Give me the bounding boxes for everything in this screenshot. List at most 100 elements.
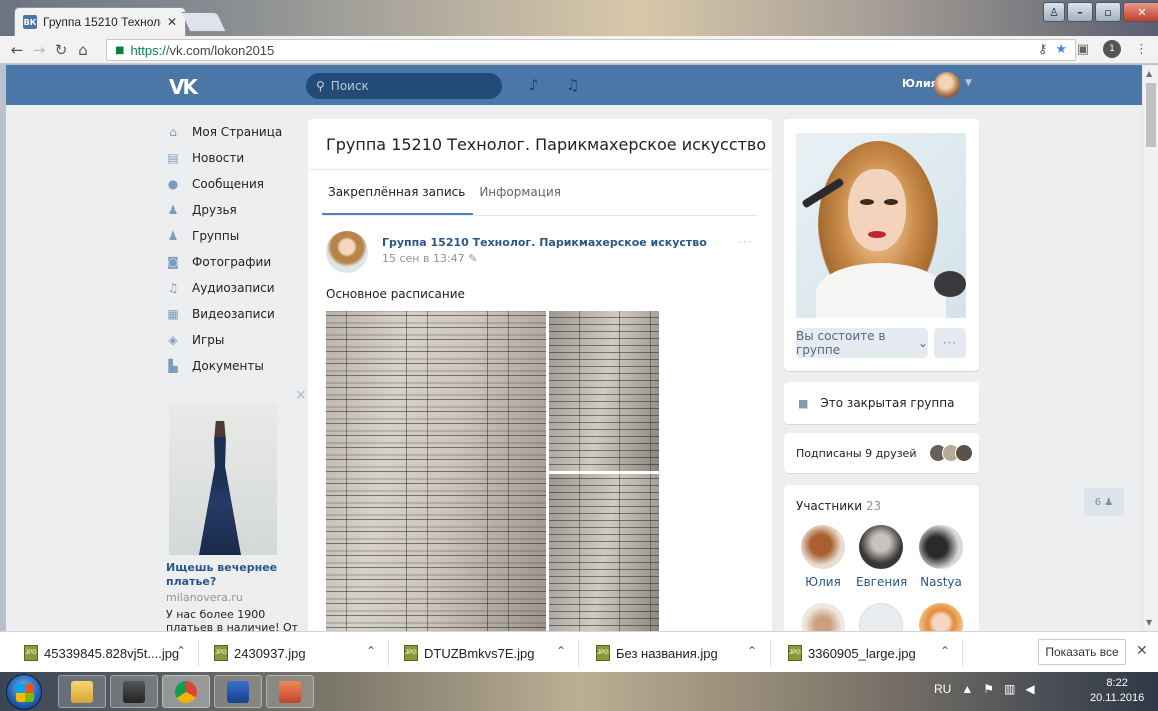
more-actions-button[interactable]: ··· bbox=[934, 328, 966, 358]
group-avatar-image[interactable] bbox=[796, 133, 966, 318]
post-more-icon[interactable]: ··· bbox=[738, 235, 752, 249]
close-downloads-icon[interactable]: ✕ bbox=[1136, 643, 1148, 659]
extension-badge-icon[interactable]: 1 bbox=[1103, 40, 1121, 58]
vk-header: VK ⚲ ♪ ♫ Юлия ▼ bbox=[6, 65, 1142, 105]
home-button-icon[interactable]: ⌂ bbox=[72, 41, 94, 59]
games-icon: ◈ bbox=[168, 333, 178, 347]
member-item[interactable] bbox=[798, 603, 848, 631]
ad-image[interactable] bbox=[169, 403, 277, 555]
post-author-avatar[interactable] bbox=[326, 231, 368, 273]
chevron-up-icon[interactable]: ⌃ bbox=[366, 644, 376, 658]
chevron-up-icon[interactable]: ⌃ bbox=[176, 644, 186, 658]
member-item[interactable]: Юлия bbox=[798, 525, 848, 589]
member-item[interactable] bbox=[916, 603, 966, 631]
search-input[interactable] bbox=[330, 79, 481, 93]
language-indicator[interactable]: RU bbox=[934, 682, 951, 696]
folder-icon bbox=[71, 680, 93, 703]
groups-icon: ♟ bbox=[167, 229, 179, 243]
chevron-down-icon[interactable]: ▼ bbox=[965, 78, 972, 88]
scroll-up-icon[interactable]: ▲ bbox=[1146, 69, 1152, 78]
members-title[interactable]: Участники 23 bbox=[796, 499, 881, 513]
post-photo-schedule[interactable] bbox=[549, 311, 659, 471]
bookmark-star-icon[interactable]: ★ bbox=[1055, 42, 1067, 57]
taskbar-clock[interactable]: 8:22 20.11.2016 bbox=[1090, 676, 1144, 706]
menu-item-audio[interactable]: ♫ Аудиозаписи bbox=[166, 275, 306, 301]
tab-info[interactable]: Информация bbox=[473, 171, 569, 215]
member-item[interactable]: Евгения bbox=[856, 525, 907, 589]
jpg-file-icon: JPG bbox=[24, 645, 38, 661]
chevron-up-icon[interactable]: ⌃ bbox=[556, 644, 566, 658]
close-tab-icon[interactable]: ✕ bbox=[167, 15, 177, 29]
avatar bbox=[859, 603, 903, 631]
reload-icon[interactable]: ↻ bbox=[50, 41, 72, 59]
group-main-card: Группа 15210 Технолог. Парикмахерское ис… bbox=[308, 119, 772, 631]
lock-icon: ■ bbox=[798, 396, 809, 410]
ad-close-icon[interactable]: × bbox=[295, 387, 307, 403]
member-item[interactable]: Nastya bbox=[916, 525, 966, 589]
notifications-bell-icon[interactable]: ♪ bbox=[529, 76, 539, 94]
minimize-button[interactable]: – bbox=[1067, 2, 1093, 22]
browser-tab[interactable]: ВК Группа 15210 Технолог ✕ bbox=[14, 7, 186, 36]
membership-button[interactable]: Вы состоите в группе ⌄ bbox=[796, 328, 928, 358]
download-item[interactable]: JPG 3360905_large.jpg bbox=[788, 642, 916, 664]
scroll-thumb[interactable] bbox=[1146, 83, 1156, 147]
forward-arrow-icon[interactable]: → bbox=[28, 41, 50, 59]
menu-item-news[interactable]: ▤ Новости bbox=[166, 145, 306, 171]
show-all-downloads-button[interactable]: Показать все bbox=[1038, 639, 1126, 665]
post-photo-schedule[interactable] bbox=[326, 311, 546, 631]
divider bbox=[308, 169, 772, 170]
new-tab-button[interactable] bbox=[181, 12, 227, 32]
taskbar-explorer[interactable] bbox=[58, 675, 106, 708]
advertisement[interactable]: Ищешь вечернее платье? milanovera.ru У н… bbox=[166, 403, 302, 631]
friends-subscribed-card[interactable]: Подписаны 9 друзей bbox=[784, 433, 979, 473]
start-button[interactable] bbox=[6, 674, 42, 710]
scroll-down-icon[interactable]: ▼ bbox=[1146, 618, 1152, 627]
menu-item-video[interactable]: ▦ Видеозаписи bbox=[166, 301, 306, 327]
taskbar-app-computer[interactable] bbox=[110, 675, 158, 708]
menu-item-groups[interactable]: ♟ Группы bbox=[166, 223, 306, 249]
menu-item-documents[interactable]: ▙ Документы bbox=[166, 353, 306, 379]
post-photo-schedule[interactable] bbox=[549, 474, 659, 631]
menu-item-friends[interactable]: ♟ Друзья bbox=[166, 197, 306, 223]
download-item[interactable]: JPG 2430937.jpg bbox=[214, 642, 306, 664]
close-window-button[interactable]: ✕ bbox=[1123, 2, 1158, 22]
ad-title[interactable]: Ищешь вечернее платье? bbox=[166, 561, 302, 589]
menu-item-messages[interactable]: ● Сообщения bbox=[166, 171, 306, 197]
online-friends-badge[interactable]: 6 ♟ bbox=[1084, 488, 1124, 516]
menu-item-photos[interactable]: ◙ Фотографии bbox=[166, 249, 306, 275]
music-note-icon[interactable]: ♫ bbox=[566, 76, 579, 94]
chevron-up-icon[interactable]: ⌃ bbox=[747, 644, 757, 658]
ad-domain: milanovera.ru bbox=[166, 591, 243, 604]
page-scrollbar[interactable]: ▲ ▼ bbox=[1142, 65, 1158, 631]
member-item[interactable] bbox=[856, 603, 906, 631]
address-bar-row: ← → ↻ ⌂ ■ https:// vk.com/lokon2015 ⚷ ★ … bbox=[0, 36, 1158, 64]
taskbar-chrome[interactable] bbox=[162, 675, 210, 708]
header-user-name[interactable]: Юлия bbox=[902, 77, 938, 90]
back-arrow-icon[interactable]: ← bbox=[6, 41, 28, 59]
post-author[interactable]: Группа 15210 Технолог. Парикмахерское ис… bbox=[382, 236, 707, 249]
tab-pinned-post[interactable]: Закреплённая запись bbox=[322, 171, 474, 215]
search-box[interactable]: ⚲ bbox=[306, 73, 502, 99]
chrome-menu-icon[interactable]: ⋮ bbox=[1135, 42, 1148, 57]
vk-logo[interactable]: VK bbox=[169, 75, 198, 99]
download-item[interactable]: JPG 45339845.828vj5t....jpg bbox=[24, 642, 179, 664]
network-icon[interactable]: ▥ bbox=[1004, 682, 1015, 696]
chevron-up-icon[interactable]: ⌃ bbox=[940, 644, 950, 658]
url-input[interactable]: ■ https:// vk.com/lokon2015 ⚷ ★ bbox=[106, 39, 1076, 61]
taskbar-word[interactable] bbox=[214, 675, 262, 708]
friends-avatars bbox=[929, 444, 974, 462]
tray-expand-icon[interactable]: ▲ bbox=[961, 682, 973, 696]
user-profile-button[interactable]: ♙ bbox=[1043, 2, 1065, 22]
maximize-button[interactable]: ▫ bbox=[1095, 2, 1121, 22]
key-icon[interactable]: ⚷ bbox=[1038, 42, 1048, 57]
flag-icon[interactable]: ⚑ bbox=[983, 682, 994, 696]
download-item[interactable]: JPG DTUZBmkvs7E.jpg bbox=[404, 642, 535, 664]
extension-icon[interactable]: ▣ bbox=[1077, 42, 1089, 57]
menu-item-games[interactable]: ◈ Игры bbox=[166, 327, 306, 353]
header-avatar[interactable] bbox=[934, 72, 960, 98]
taskbar-powerpoint[interactable] bbox=[266, 675, 314, 708]
post-date[interactable]: 15 сен в 13:47 ✎ bbox=[382, 252, 477, 265]
menu-item-my-page[interactable]: ⌂ Моя Страница bbox=[166, 119, 306, 145]
download-item[interactable]: JPG Без названия.jpg bbox=[596, 642, 718, 664]
volume-icon[interactable]: ◀ bbox=[1025, 682, 1034, 696]
